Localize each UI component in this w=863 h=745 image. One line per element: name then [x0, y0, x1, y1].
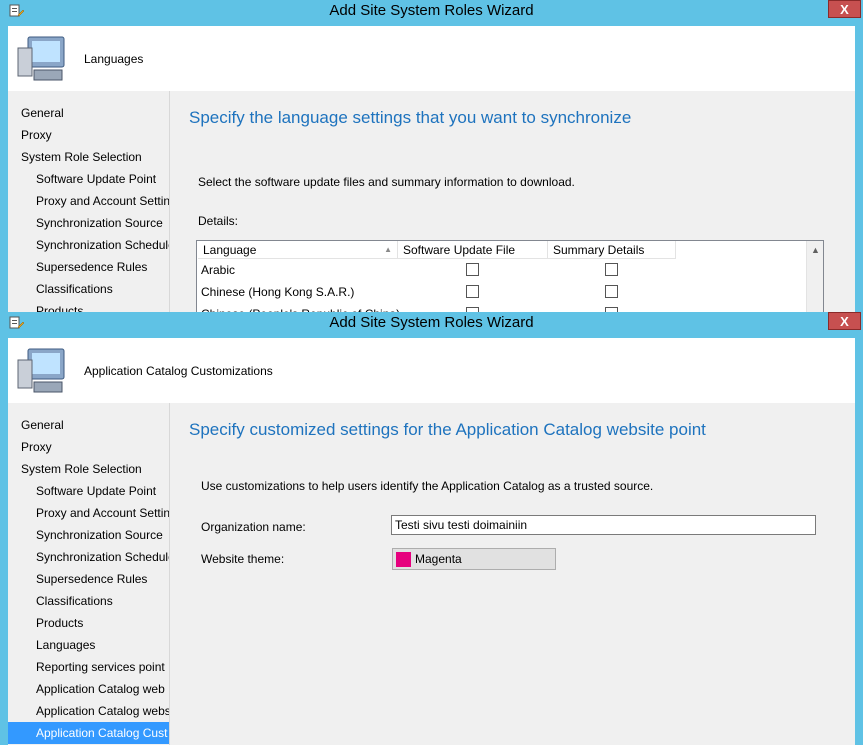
nav-item-application-catalog-customizations[interactable]: Application Catalog Cust: [8, 722, 169, 744]
nav-item-classifications[interactable]: Classifications: [8, 590, 169, 612]
close-button[interactable]: X: [828, 0, 861, 18]
nav-item-languages[interactable]: Languages: [8, 634, 169, 656]
nav-item-general[interactable]: General: [8, 414, 169, 436]
language-name: Arabic: [201, 263, 236, 277]
website-theme-select[interactable]: Magenta: [392, 548, 556, 570]
nav-item-products[interactable]: Products: [8, 612, 169, 634]
nav-item-system-role-selection[interactable]: System Role Selection: [8, 146, 169, 168]
nav-item-supersedence-rules[interactable]: Supersedence Rules: [8, 568, 169, 590]
organization-name-label: Organization name:: [201, 520, 306, 534]
nav-item-synchronization-source[interactable]: Synchronization Source: [8, 524, 169, 546]
summary-details-checkbox[interactable]: [605, 263, 618, 276]
scroll-up-arrow-icon[interactable]: ▲: [811, 245, 820, 255]
title-bar[interactable]: Add Site System Roles Wizard X: [0, 312, 863, 334]
nav-item-synchronization-schedule[interactable]: Synchronization Schedule: [8, 234, 169, 256]
column-language-label: Language: [203, 243, 257, 257]
language-name: Chinese (People's Republic of China): [201, 303, 400, 312]
nav-item-software-update-point[interactable]: Software Update Point: [8, 480, 169, 502]
nav-item-supersedence-rules[interactable]: Supersedence Rules: [8, 256, 169, 278]
wizard-window-languages: Add Site System Roles Wizard X Languages…: [0, 0, 863, 312]
page-title: Application Catalog Customizations: [84, 364, 273, 378]
nav-item-synchronization-schedule[interactable]: Synchronization Schedule: [8, 546, 169, 568]
language-name: Chinese (Hong Kong S.A.R.): [201, 285, 355, 299]
nav-item-software-update-point[interactable]: Software Update Point: [8, 168, 169, 190]
list-row[interactable]: Chinese (Hong Kong S.A.R.): [198, 281, 798, 303]
computer-icon: [17, 348, 65, 393]
window-title: Add Site System Roles Wizard: [329, 314, 534, 331]
nav-item-reporting-services-point[interactable]: Reporting services point: [8, 656, 169, 678]
instruction-text: Select the software update files and sum…: [198, 175, 575, 189]
page-title: Languages: [84, 52, 144, 66]
close-button[interactable]: X: [828, 312, 861, 330]
instruction-text: Use customizations to help users identif…: [201, 479, 654, 493]
main-panel: Specify customized settings for the Appl…: [169, 403, 855, 745]
column-language[interactable]: Language ▲: [198, 241, 398, 259]
list-row[interactable]: Arabic: [198, 259, 798, 281]
languages-list[interactable]: Language ▲ Software Update File Summary …: [196, 240, 824, 312]
sort-up-icon: ▲: [384, 245, 392, 254]
computer-icon: [17, 36, 65, 81]
wizard-window-app-catalog: Add Site System Roles Wizard X Applicati…: [0, 312, 863, 745]
theme-value: Magenta: [415, 552, 462, 566]
color-swatch-icon: [396, 552, 411, 567]
nav-item-proxy-account-settings[interactable]: Proxy and Account Settin: [8, 190, 169, 212]
nav-item-application-catalog-web-service[interactable]: Application Catalog web: [8, 678, 169, 700]
window-title: Add Site System Roles Wizard: [329, 2, 534, 19]
software-update-file-checkbox[interactable]: [466, 285, 479, 298]
nav-item-system-role-selection[interactable]: System Role Selection: [8, 458, 169, 480]
nav-item-proxy[interactable]: Proxy: [8, 124, 169, 146]
wizard-client: Languages General Proxy System Role Sele…: [8, 26, 855, 312]
website-theme-label: Website theme:: [201, 552, 285, 566]
vertical-scrollbar[interactable]: ▲: [806, 241, 823, 312]
nav-item-products[interactable]: Products: [8, 300, 169, 312]
list-row[interactable]: Chinese (People's Republic of China): [198, 303, 798, 312]
column-software-update-file[interactable]: Software Update File: [398, 241, 548, 259]
wizard-header: Application Catalog Customizations: [8, 338, 855, 403]
nav-item-synchronization-source[interactable]: Synchronization Source: [8, 212, 169, 234]
nav-item-general[interactable]: General: [8, 102, 169, 124]
summary-details-checkbox[interactable]: [605, 285, 618, 298]
main-heading: Specify customized settings for the Appl…: [189, 420, 706, 439]
details-label: Details:: [198, 214, 239, 228]
organization-name-input[interactable]: Testi sivu testi doimainiin: [391, 515, 816, 535]
wizard-nav: General Proxy System Role Selection Soft…: [8, 91, 169, 312]
list-header: Language ▲ Software Update File Summary …: [198, 241, 676, 259]
nav-item-classifications[interactable]: Classifications: [8, 278, 169, 300]
nav-item-proxy[interactable]: Proxy: [8, 436, 169, 458]
title-bar[interactable]: Add Site System Roles Wizard X: [0, 0, 863, 22]
wizard-client: Application Catalog Customizations Gener…: [8, 338, 855, 745]
nav-item-proxy-account-settings[interactable]: Proxy and Account Settin: [8, 502, 169, 524]
software-update-file-checkbox[interactable]: [466, 263, 479, 276]
main-heading: Specify the language settings that you w…: [189, 108, 632, 127]
wizard-header: Languages: [8, 26, 855, 91]
main-panel: Specify the language settings that you w…: [169, 91, 855, 312]
column-summary-details[interactable]: Summary Details: [548, 241, 676, 259]
nav-item-application-catalog-website[interactable]: Application Catalog webs: [8, 700, 169, 722]
wizard-nav: General Proxy System Role Selection Soft…: [8, 403, 169, 745]
